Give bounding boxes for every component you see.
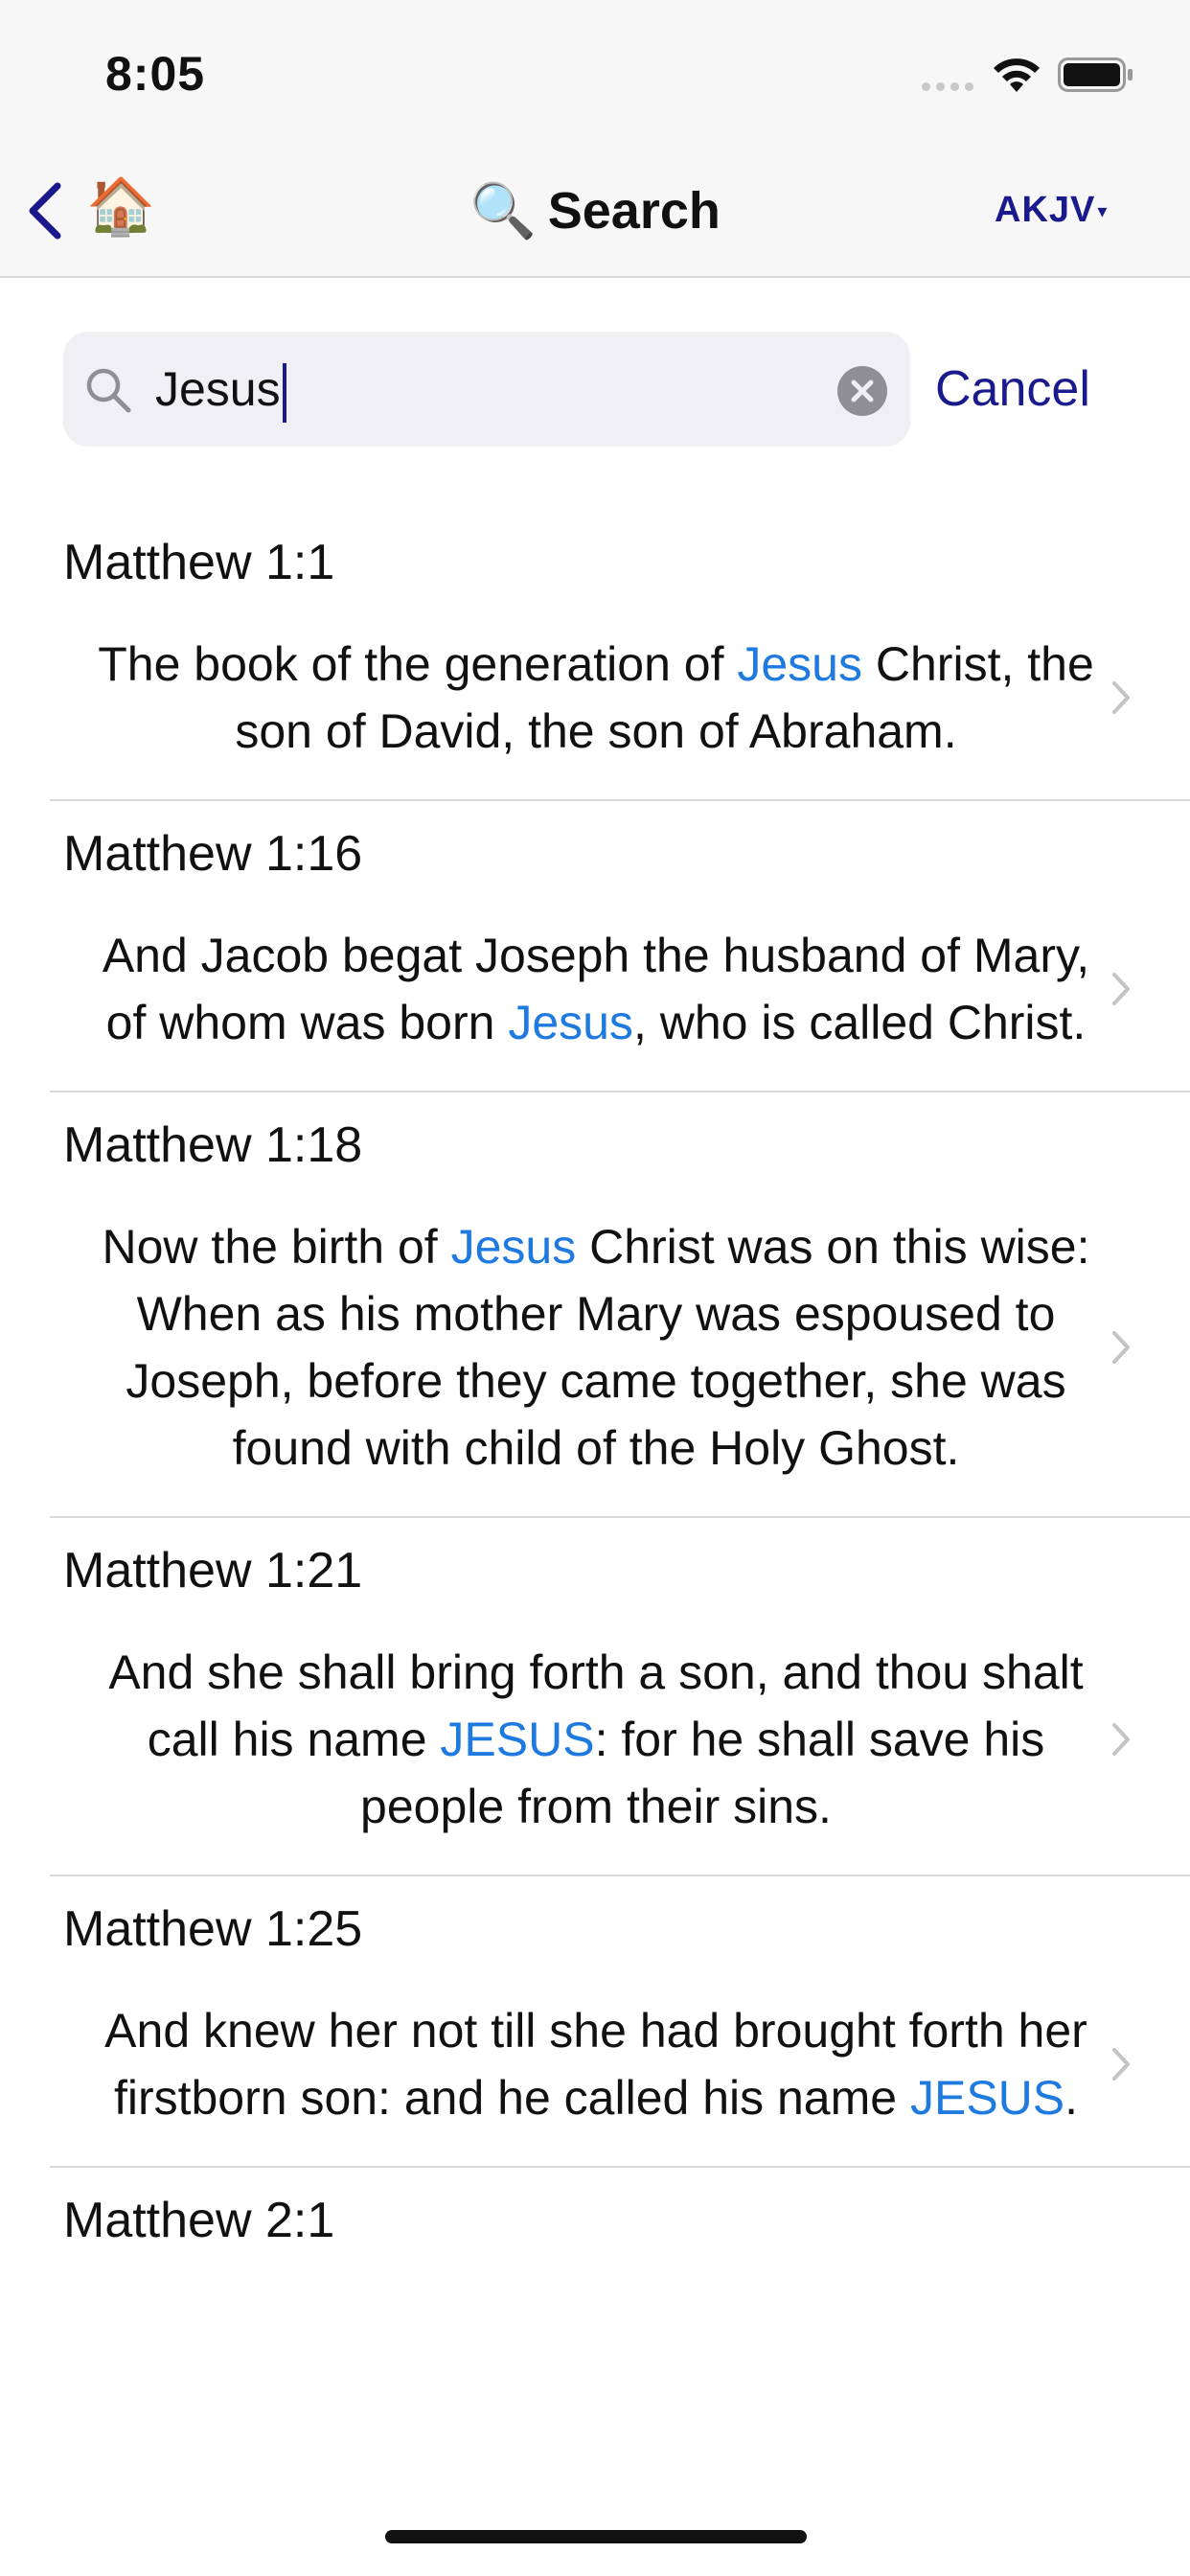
list-item[interactable]: Matthew 2:1: [0, 2166, 1190, 2254]
verse-text-segment: , who is called Christ.: [632, 996, 1087, 1049]
magnifier-icon: 🔍: [469, 180, 537, 241]
verse-text: And knew her not till she had brought fo…: [88, 1997, 1104, 2166]
navigation-bar: 🏠 🔍 Search AKJV ▾: [0, 144, 1190, 278]
dropdown-arrow-icon: ▾: [1097, 201, 1109, 223]
verse-text-segment: The book of the generation of: [98, 637, 738, 691]
verse-text-segment: Now the birth of: [102, 1220, 451, 1274]
home-icon[interactable]: 🏠: [86, 172, 155, 242]
search-match-highlight: Jesus: [737, 637, 862, 691]
search-icon: [86, 368, 131, 413]
close-icon: [851, 380, 874, 402]
verse-reference: Matthew 2:1: [63, 2193, 335, 2248]
wifi-icon: [994, 58, 1040, 92]
search-input[interactable]: Jesus: [155, 360, 286, 423]
search-match-highlight: JESUS: [440, 1713, 595, 1766]
verse-reference: Matthew 1:21: [63, 1543, 363, 1598]
search-input-value: Jesus: [155, 362, 281, 416]
home-indicator: [385, 2530, 807, 2543]
list-item[interactable]: Matthew 1:25 And knew her not till she ha…: [0, 1874, 1190, 2168]
status-bar: 8:05: [0, 0, 1190, 144]
list-item[interactable]: Matthew 1:1 The book of the generation of…: [0, 508, 1190, 801]
chevron-left-icon[interactable]: [21, 176, 67, 245]
search-match-highlight: Jesus: [508, 996, 633, 1049]
verse-reference: Matthew 1:16: [63, 826, 363, 882]
chevron-right-icon: [1112, 1331, 1130, 1364]
search-match-highlight: Jesus: [450, 1220, 577, 1274]
chevron-right-icon: [1112, 681, 1130, 714]
page-title: 🔍 Search: [469, 176, 721, 245]
list-item[interactable]: Matthew 1:16 And Jacob begat Joseph the h…: [0, 799, 1190, 1092]
cellular-signal-icon: [922, 82, 973, 91]
text-caret: [282, 362, 286, 423]
status-time: 8:05: [105, 47, 206, 101]
chevron-right-icon: [1112, 2048, 1130, 2081]
version-label: AKJV: [995, 190, 1096, 230]
list-item[interactable]: Matthew 1:21 And she shall bring forth a …: [0, 1516, 1190, 1876]
search-field[interactable]: Jesus: [63, 332, 910, 447]
search-results-list: Matthew 1:1 The book of the generation of…: [0, 508, 1190, 2254]
cancel-button[interactable]: Cancel: [935, 360, 1090, 418]
chevron-right-icon: [1112, 973, 1130, 1005]
page-title-text: Search: [547, 182, 721, 240]
verse-text: Now the birth of Jesus Christ was on thi…: [88, 1213, 1104, 1516]
verse-text-segment: .: [1064, 2071, 1079, 2125]
clear-search-button[interactable]: [837, 366, 887, 416]
verse-text: And Jacob begat Joseph the husband of Ma…: [88, 922, 1104, 1091]
chevron-right-icon: [1112, 1723, 1130, 1756]
verse-text: The book of the generation of Jesus Chri…: [88, 631, 1104, 799]
verse-reference: Matthew 1:25: [63, 1901, 363, 1957]
version-select-button[interactable]: AKJV ▾: [995, 190, 1108, 231]
verse-text: And she shall bring forth a son, and tho…: [88, 1639, 1104, 1874]
verse-reference: Matthew 1:1: [63, 535, 335, 590]
list-item[interactable]: Matthew 1:18 Now the birth of Jesus Chris…: [0, 1091, 1190, 1518]
search-match-highlight: JESUS: [909, 2071, 1065, 2125]
verse-reference: Matthew 1:18: [63, 1117, 363, 1173]
battery-icon: [1058, 58, 1133, 92]
